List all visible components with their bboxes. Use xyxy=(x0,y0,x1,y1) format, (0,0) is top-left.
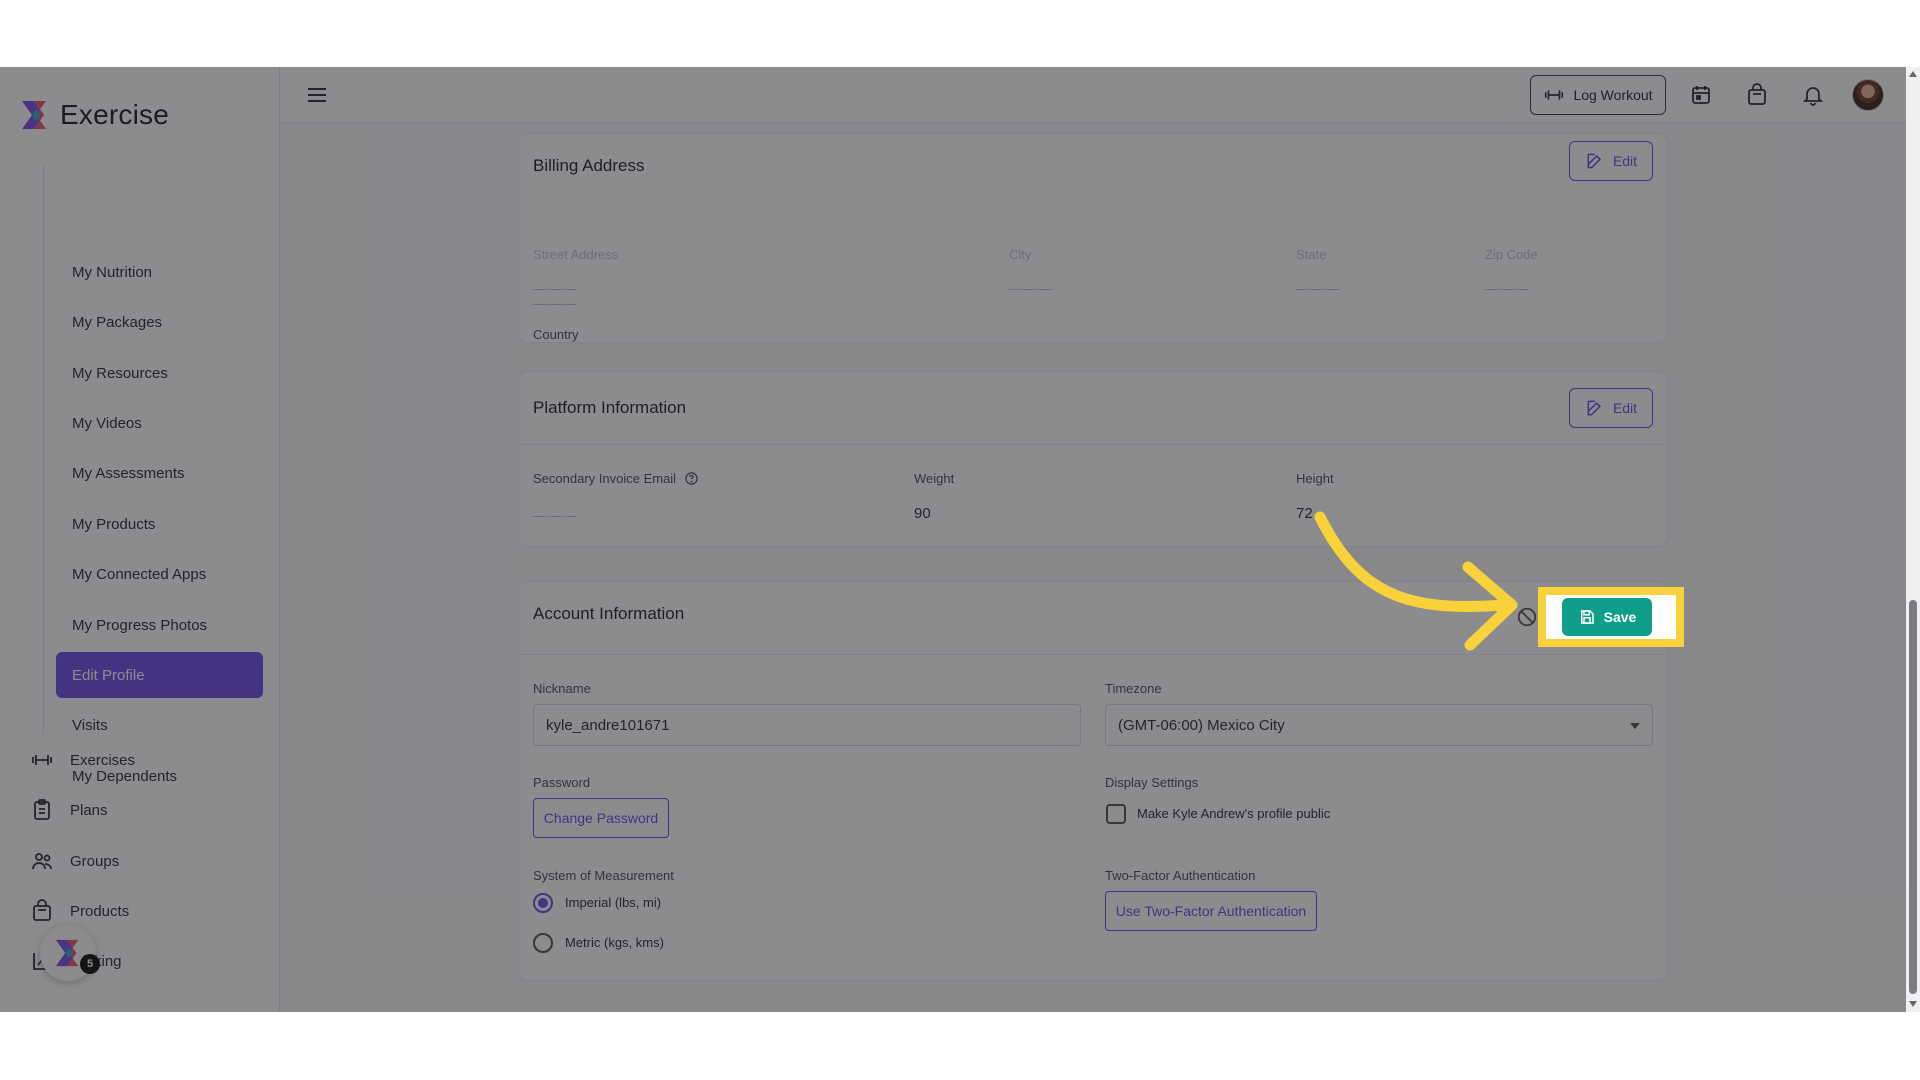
clipboard-icon xyxy=(34,799,50,820)
weight-label: Weight xyxy=(914,471,955,486)
submenu-line xyxy=(43,165,44,735)
screen-bottom-margin xyxy=(0,1012,1920,1080)
timezone-select[interactable]: (GMT-06:00) Mexico City xyxy=(1105,704,1653,746)
save-icon xyxy=(1580,610,1594,624)
sidebar-item-my-packages[interactable]: My Packages xyxy=(56,299,263,345)
top-header: Log Workout xyxy=(280,67,1920,123)
metric-label: Metric (kgs, kms) xyxy=(565,935,664,950)
sidebar-item-my-videos[interactable]: My Videos xyxy=(56,400,263,446)
log-workout-button[interactable]: Log Workout xyxy=(1530,75,1666,115)
two-factor-label: Two-Factor Authentication xyxy=(1105,868,1256,883)
weight-value: 90 xyxy=(914,505,931,522)
avatar[interactable] xyxy=(1852,79,1884,111)
scroll-down-icon[interactable] xyxy=(1909,1001,1917,1007)
scroll-thumb[interactable] xyxy=(1909,600,1917,994)
street-address-value: ——— xyxy=(533,280,578,296)
billing-address-title: Billing Address xyxy=(533,156,645,175)
height-label: Height xyxy=(1296,471,1334,486)
users-icon xyxy=(32,853,52,870)
scroll-up-icon[interactable] xyxy=(1909,71,1917,77)
timezone-label: Timezone xyxy=(1105,681,1162,696)
city-value: ——— xyxy=(1009,280,1054,296)
street-address-label: Street Address xyxy=(533,247,619,262)
secondary-email-label: Secondary Invoice Email xyxy=(533,471,699,486)
edit-label: Edit xyxy=(1612,153,1638,169)
card-divider xyxy=(519,444,1667,445)
country-value: ——— xyxy=(532,295,577,311)
sidebar-item-edit-profile[interactable]: Edit Profile xyxy=(56,652,263,698)
imperial-radio[interactable] xyxy=(533,893,553,913)
bag-icon xyxy=(1748,83,1766,105)
brand-logo-icon xyxy=(22,101,46,129)
bell-icon xyxy=(1802,87,1824,106)
calendar-icon xyxy=(1692,86,1710,104)
country-label: Country xyxy=(533,327,579,342)
log-workout-label: Log Workout xyxy=(1573,87,1653,103)
state-value: ——— xyxy=(1296,280,1341,296)
sidebar-item-plans[interactable]: Plans xyxy=(30,795,108,825)
two-factor-button[interactable]: Use Two-Factor Authentication xyxy=(1105,891,1317,931)
cancel-icon[interactable] xyxy=(1516,606,1538,628)
notifications-button[interactable] xyxy=(1801,83,1825,107)
brand-name: Exercise xyxy=(60,99,169,130)
app-window: Exercise My Nutrition My Packages My Res… xyxy=(0,67,1920,1012)
sidebar-item-my-resources[interactable]: My Resources xyxy=(56,350,263,396)
sidebar-item-my-nutrition[interactable]: My Nutrition xyxy=(56,249,263,295)
tutorial-arrow-icon xyxy=(1314,511,1518,651)
sidebar-item-my-progress-photos[interactable]: My Progress Photos xyxy=(56,602,263,648)
sidebar-item-my-products[interactable]: My Products xyxy=(56,501,263,547)
sidebar-item-groups[interactable]: Groups xyxy=(30,846,119,876)
timezone-value: (GMT-06:00) Mexico City xyxy=(1118,716,1285,734)
platform-information-title: Platform Information xyxy=(533,398,687,417)
metric-radio[interactable] xyxy=(533,933,553,953)
public-profile-checkbox[interactable] xyxy=(1106,804,1126,824)
dumbbell-icon xyxy=(1545,90,1564,100)
change-password-button[interactable]: Change Password xyxy=(533,798,669,838)
edit-label: Edit xyxy=(1612,400,1638,416)
launcher-count-badge: 5 xyxy=(80,954,100,974)
nickname-input[interactable]: kyle_andre101671 xyxy=(533,704,1081,746)
brand[interactable]: Exercise xyxy=(20,97,169,133)
sidebar: Exercise My Nutrition My Packages My Res… xyxy=(0,67,280,1012)
billing-address-card: Billing Address Edit Street Address City… xyxy=(518,133,1668,343)
sidebar-item-label: Plans xyxy=(70,801,108,819)
sidebar-item-my-connected-apps[interactable]: My Connected Apps xyxy=(56,551,263,597)
imperial-label: Imperial (lbs, mi) xyxy=(565,895,662,910)
launcher-logo-icon xyxy=(55,939,79,967)
shop-button[interactable] xyxy=(1745,83,1769,107)
sidebar-item-products[interactable]: Products xyxy=(30,896,129,926)
save-label: Save xyxy=(1603,609,1637,625)
sidebar-item-label: Products xyxy=(70,902,130,920)
measurement-label: System of Measurement xyxy=(533,868,674,883)
edit-icon xyxy=(1587,153,1601,169)
sidebar-item-visits[interactable]: Visits xyxy=(56,702,263,748)
nickname-label: Nickname xyxy=(533,681,591,696)
chevron-down-icon xyxy=(1630,723,1640,729)
state-label: State xyxy=(1296,247,1327,262)
public-profile-label: Make Kyle Andrew's profile public xyxy=(1137,806,1331,821)
edit-icon xyxy=(1587,400,1601,416)
sidebar-item-exercises[interactable]: Exercises xyxy=(30,745,135,775)
sidebar-item-label: Exercises xyxy=(70,751,136,769)
platform-edit-button[interactable]: Edit xyxy=(1569,388,1653,428)
bag-icon xyxy=(33,899,51,921)
zip-code-label: Zip Code xyxy=(1485,247,1538,262)
dumbbell-icon xyxy=(32,755,52,765)
zip-code-value: ——— xyxy=(1485,280,1530,296)
menu-icon[interactable] xyxy=(305,83,329,107)
account-information-title: Account Information xyxy=(533,604,685,623)
password-label: Password xyxy=(533,775,591,790)
sidebar-item-label: Groups xyxy=(70,852,120,870)
calendar-button[interactable] xyxy=(1689,83,1713,107)
billing-edit-button[interactable]: Edit xyxy=(1569,141,1653,181)
city-label: City xyxy=(1009,247,1032,262)
display-settings-label: Display Settings xyxy=(1105,775,1199,790)
screen-top-margin xyxy=(0,0,1920,67)
scrollbar[interactable] xyxy=(1906,67,1920,1012)
sidebar-item-my-assessments[interactable]: My Assessments xyxy=(56,450,263,496)
help-icon[interactable] xyxy=(684,471,699,486)
save-button[interactable]: Save xyxy=(1562,598,1652,636)
secondary-email-value: ——— xyxy=(533,507,578,523)
